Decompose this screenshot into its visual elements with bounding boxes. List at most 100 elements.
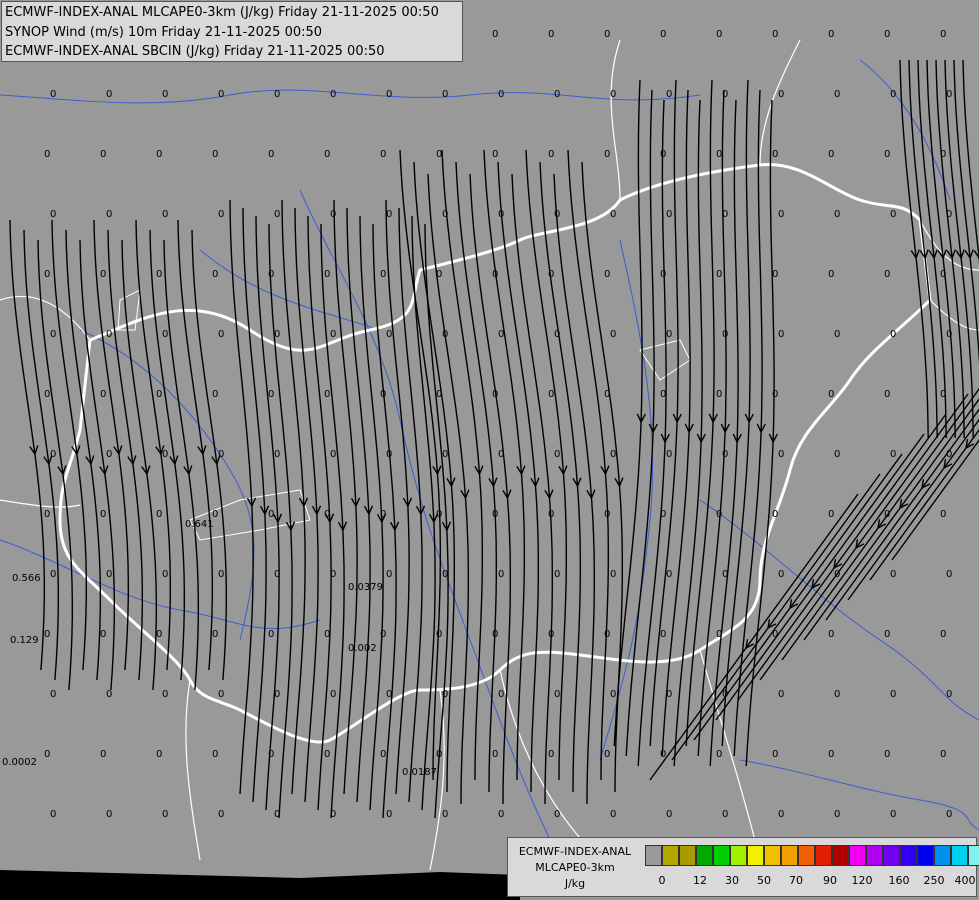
cape-value: 0 <box>162 689 168 700</box>
cape-value: 0 <box>268 749 274 760</box>
cape-value: 0 <box>722 809 728 820</box>
cape-value: 0 <box>268 389 274 400</box>
cape-value: 0 <box>554 449 560 460</box>
legend-line2: MLCAPE0-3km <box>535 861 615 874</box>
legend-tick-label: 30 <box>725 874 739 887</box>
cape-value: 0 <box>772 269 778 280</box>
legend-tick-label: 120 <box>851 874 873 887</box>
cape-value: 0 <box>722 569 728 580</box>
cape-value: 0 <box>604 509 610 520</box>
cape-value: 0 <box>946 329 952 340</box>
cape-value: 0 <box>946 809 952 820</box>
cape-value: 0 <box>778 809 784 820</box>
cape-value: 0 <box>330 329 336 340</box>
legend-swatch <box>951 845 968 866</box>
cape-value: 0 <box>554 569 560 580</box>
cape-value: 0 <box>50 449 56 460</box>
cape-value: 0 <box>436 749 442 760</box>
legend-swatches <box>645 845 979 866</box>
cape-value: 0 <box>666 449 672 460</box>
cape-value: 0 <box>498 689 504 700</box>
legend-tick-label: 400 <box>954 874 976 887</box>
cape-value: 0 <box>890 209 896 220</box>
legend-swatch <box>866 845 883 866</box>
cape-value: 0 <box>162 89 168 100</box>
cape-value: 0 <box>324 509 330 520</box>
legend-swatch <box>832 845 849 866</box>
legend-swatch <box>781 845 798 866</box>
cape-value: 0 <box>610 89 616 100</box>
cape-value: 0 <box>666 329 672 340</box>
cape-value: 0 <box>492 629 498 640</box>
cape-value: 0 <box>946 209 952 220</box>
legend-swatch <box>798 845 815 866</box>
title-mlcape: ECMWF-INDEX-ANAL MLCAPE0-3km (J/kg) Frid… <box>5 5 439 20</box>
cape-value: 0 <box>834 569 840 580</box>
cape-value: 0 <box>212 389 218 400</box>
cape-value: 0 <box>106 449 112 460</box>
cape-value: 0 <box>604 29 610 40</box>
cape-value: 0 <box>772 749 778 760</box>
cape-value: 0 <box>436 389 442 400</box>
cape-value: 0 <box>834 329 840 340</box>
cape-value: 0 <box>722 449 728 460</box>
legend-swatch <box>900 845 917 866</box>
cape-value: 0 <box>722 689 728 700</box>
cape-value: 0 <box>212 149 218 160</box>
cape-value: 0 <box>274 89 280 100</box>
cape-value: 0 <box>162 329 168 340</box>
cape-value: 0 <box>274 209 280 220</box>
cape-value: 0 <box>716 29 722 40</box>
cape-value: 0 <box>666 809 672 820</box>
cape-value: 0 <box>274 809 280 820</box>
cape-value: 0 <box>884 29 890 40</box>
cape-value: 0 <box>436 509 442 520</box>
cape-value: 0 <box>828 629 834 640</box>
cape-value: 0 <box>834 449 840 460</box>
cape-value: 0 <box>828 149 834 160</box>
cape-value: 0 <box>386 89 392 100</box>
cape-value: 0 <box>324 749 330 760</box>
cape-value: 0 <box>554 689 560 700</box>
cape-value: 0 <box>940 29 946 40</box>
cape-value: 0 <box>884 749 890 760</box>
cape-value: 0 <box>666 209 672 220</box>
cape-value: 0 <box>722 89 728 100</box>
cape-value: 0 <box>330 569 336 580</box>
cape-value: 0 <box>548 629 554 640</box>
cape-value: 0 <box>380 629 386 640</box>
legend-unit: J/kg <box>564 877 586 890</box>
cape-value: 0 <box>660 509 666 520</box>
cape-value: 0 <box>386 689 392 700</box>
map-title-box: ECMWF-INDEX-ANAL MLCAPE0-3km (J/kg) Frid… <box>1 1 463 62</box>
legend-ticks: 0 12 30 50 70 90 120 160 250 400 <box>645 874 976 890</box>
cape-value: 0 <box>610 209 616 220</box>
cape-value: 0 <box>548 149 554 160</box>
legend-title: ECMWF-INDEX-ANAL MLCAPE0-3km J/kg <box>510 844 640 892</box>
cape-value: 0 <box>218 209 224 220</box>
cape-value: 0 <box>380 749 386 760</box>
cape-value: 0 <box>778 449 784 460</box>
cape-value: 0 <box>100 149 106 160</box>
cape-value: 0 <box>884 149 890 160</box>
cape-value: 0 <box>828 749 834 760</box>
cape-value: 0 <box>834 89 840 100</box>
cape-value: 0 <box>890 329 896 340</box>
cape-value: 0.641 <box>185 519 214 530</box>
color-legend: ECMWF-INDEX-ANAL MLCAPE0-3km J/kg 0 12 30 5… <box>507 837 979 897</box>
cape-value: 0 <box>946 569 952 580</box>
cape-value: 0 <box>884 509 890 520</box>
cape-value: 0 <box>100 269 106 280</box>
cape-value: 0 <box>716 149 722 160</box>
cape-value: 0 <box>386 209 392 220</box>
cape-value: 0 <box>100 389 106 400</box>
cape-value: 0 <box>610 449 616 460</box>
cape-value: 0.129 <box>10 635 39 646</box>
legend-swatch <box>883 845 900 866</box>
cape-value: 0 <box>660 149 666 160</box>
cape-value: 0 <box>380 389 386 400</box>
cape-value: 0 <box>666 569 672 580</box>
cape-value: 0 <box>610 329 616 340</box>
cape-value: 0 <box>660 269 666 280</box>
title-synop-wind: SYNOP Wind (m/s) 10m Friday 21-11-2025 0… <box>5 24 323 40</box>
